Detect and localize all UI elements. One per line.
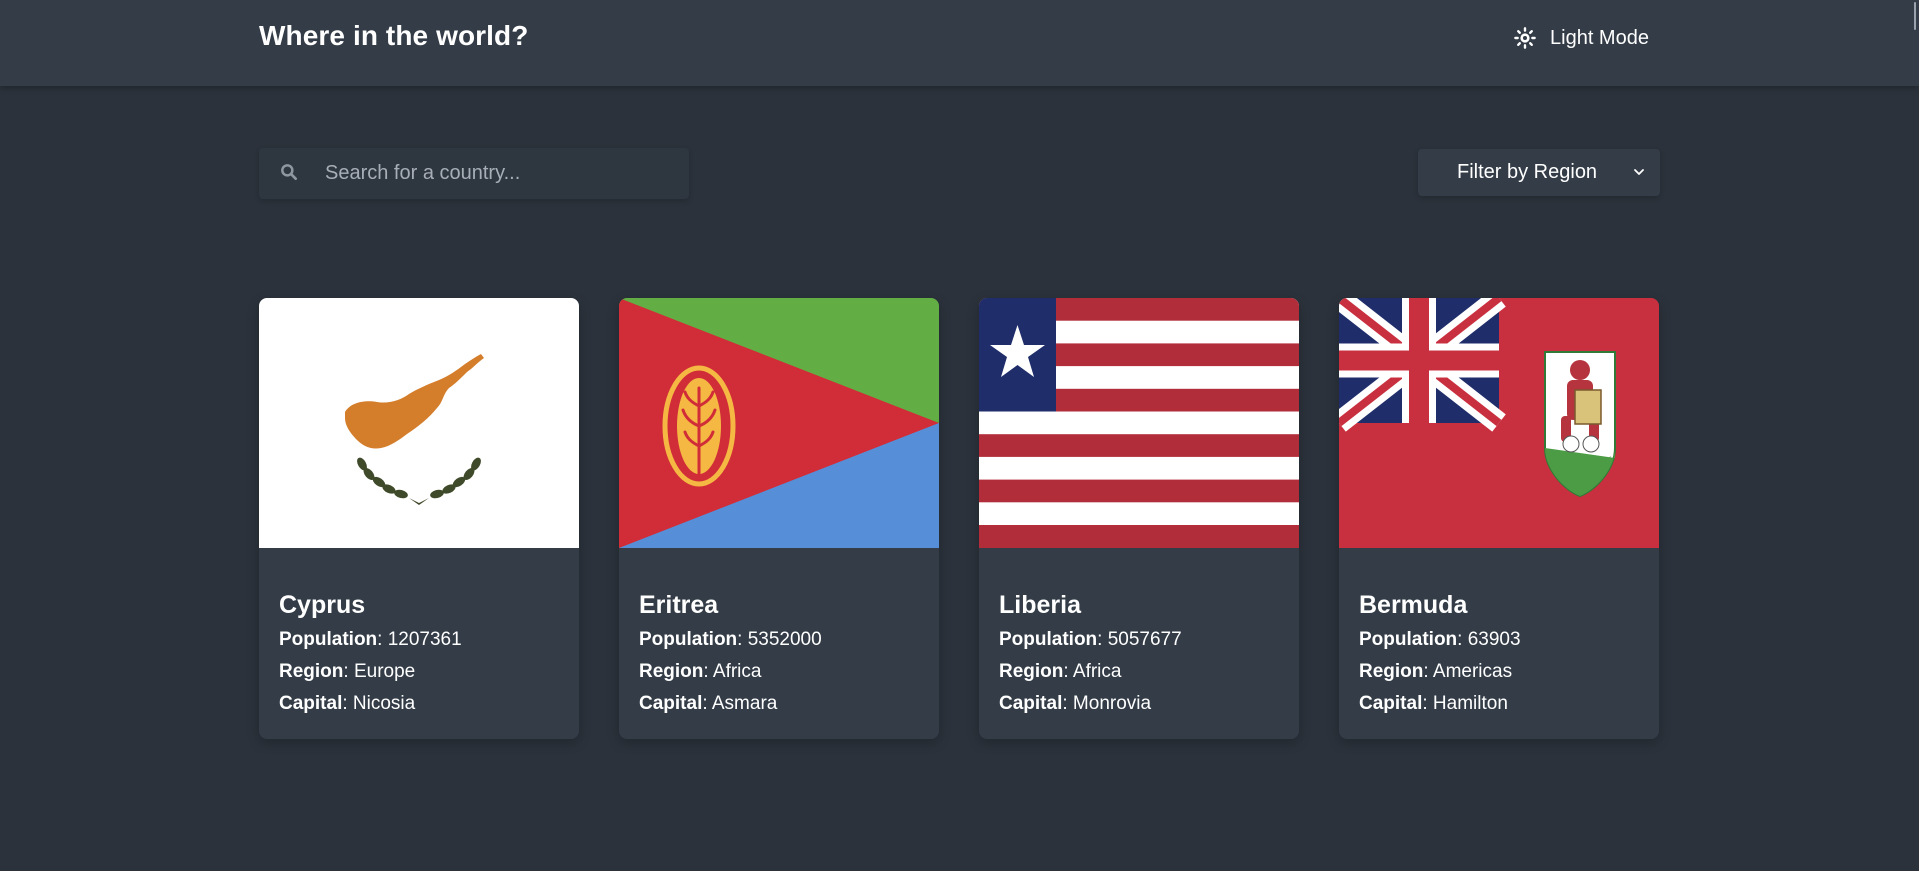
- country-name: Eritrea: [639, 591, 719, 619]
- country-region: Region: Europe: [279, 661, 416, 682]
- country-population: Population: 5352000: [639, 629, 822, 650]
- app-header: Where in the world? Light Mode: [0, 0, 1919, 86]
- theme-toggle-label: Light Mode: [1550, 26, 1649, 49]
- eritrea-flag: [619, 298, 939, 548]
- region-filter-label: Filter by Region: [1457, 161, 1598, 183]
- sun-icon: [1514, 27, 1536, 49]
- country-population: Population: 5057677: [999, 629, 1182, 650]
- region-filter-dropdown[interactable]: Filter by Region: [1418, 149, 1660, 196]
- country-capital: Capital: Nicosia: [279, 693, 416, 714]
- country-region: Region: Africa: [639, 661, 762, 682]
- country-name: Liberia: [999, 591, 1081, 619]
- chevron-down-icon: [1634, 169, 1644, 175]
- app-title: Where in the world?: [259, 20, 529, 51]
- country-population: Population: 1207361: [279, 629, 462, 650]
- country-region: Region: Americas: [1359, 661, 1513, 682]
- liberia-flag: [979, 298, 1299, 548]
- country-name: Bermuda: [1359, 591, 1468, 619]
- theme-toggle-button[interactable]: Light Mode: [1514, 22, 1649, 54]
- search-input[interactable]: [325, 148, 675, 199]
- country-card-liberia[interactable]: Liberia Population: 5057677 Region: Afri…: [979, 298, 1299, 739]
- bermuda-flag: [1339, 298, 1659, 548]
- country-capital: Capital: Monrovia: [999, 693, 1152, 714]
- scrollbar-thumb[interactable]: [1914, 2, 1916, 30]
- country-population: Population: 63903: [1359, 629, 1521, 650]
- search-icon: [281, 164, 297, 180]
- country-card-cyprus[interactable]: Cyprus Population: 1207361 Region: Europ…: [259, 298, 579, 739]
- search-box[interactable]: [259, 148, 689, 199]
- country-capital: Capital: Hamilton: [1359, 693, 1508, 714]
- country-card-bermuda[interactable]: Bermuda Population: 63903 Region: Americ…: [1339, 298, 1659, 739]
- country-card-eritrea[interactable]: Eritrea Population: 5352000 Region: Afri…: [619, 298, 939, 739]
- country-name: Cyprus: [279, 591, 366, 619]
- cyprus-flag: [259, 298, 579, 548]
- country-region: Region: Africa: [999, 661, 1122, 682]
- country-capital: Capital: Asmara: [639, 693, 778, 714]
